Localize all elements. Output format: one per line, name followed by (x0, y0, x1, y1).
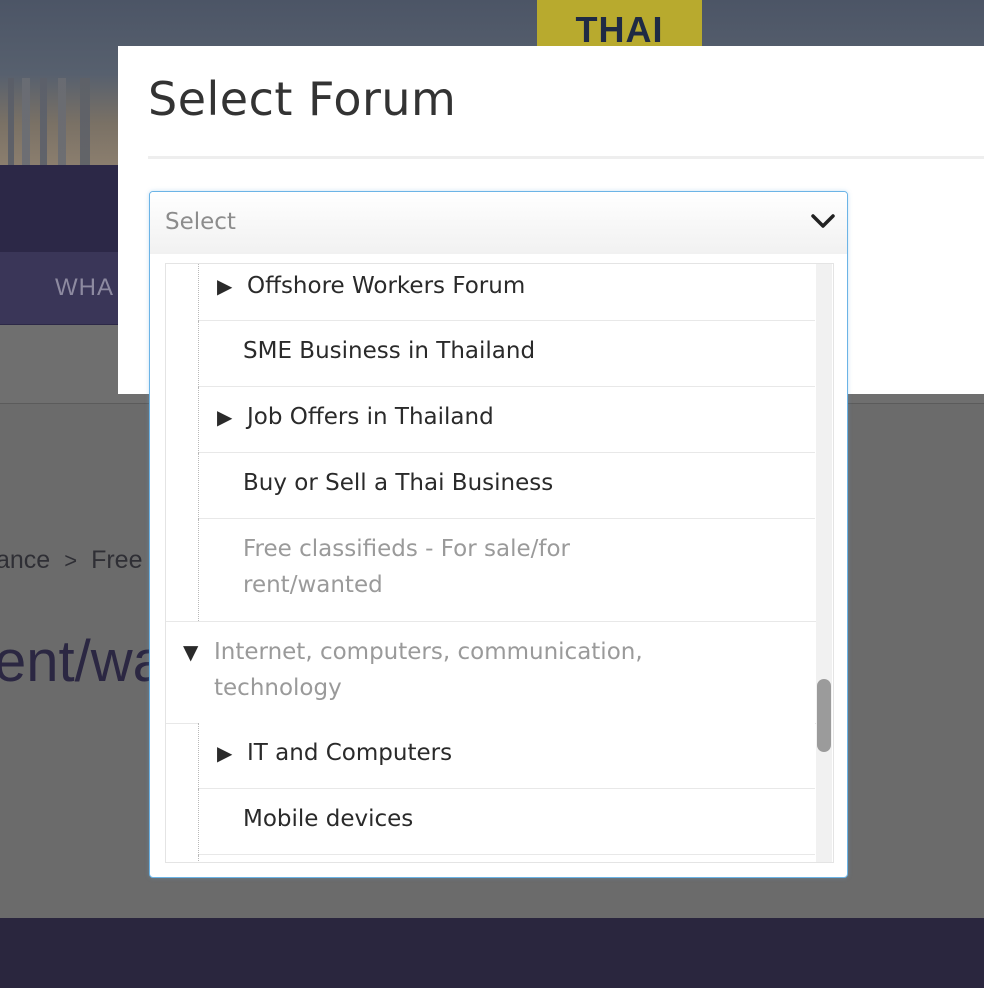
breadcrumb: ance > Free (0, 546, 142, 575)
scrollbar-track[interactable] (816, 264, 832, 862)
option-label: Job Offers in Thailand (247, 404, 494, 430)
option-label-line1: Internet, computers, communication, (214, 639, 643, 665)
option-sme-business-thailand[interactable]: SME Business in Thailand (198, 321, 815, 387)
option-label: Mobile devices (243, 806, 414, 832)
footer (0, 918, 984, 988)
chevron-down-icon[interactable] (811, 212, 835, 230)
logo-text: THAI (575, 9, 664, 46)
option-label-line1: Free classifieds - For sale/for (243, 536, 570, 562)
option-partial[interactable] (198, 855, 815, 862)
scrollbar-thumb[interactable] (817, 679, 831, 752)
option-buy-sell-thai-business[interactable]: Buy or Sell a Thai Business (198, 453, 815, 519)
option-job-offers-thailand[interactable]: ▶ Job Offers in Thailand (198, 387, 815, 453)
expand-arrow-icon[interactable]: ▶ (217, 399, 232, 435)
option-offshore-workers-forum[interactable]: ▶ Offshore Workers Forum (198, 264, 815, 321)
option-it-computers[interactable]: ▶ IT and Computers (198, 723, 815, 789)
select-placeholder: Select (165, 209, 236, 235)
page-title: ent/wa (0, 629, 165, 694)
modal-divider (148, 156, 984, 159)
breadcrumb-current[interactable]: Free (91, 546, 142, 574)
option-free-classifieds: Free classifieds - For sale/for rent/wan… (198, 519, 815, 621)
breadcrumb-separator: > (64, 548, 78, 573)
breadcrumb-prev[interactable]: ance (0, 546, 50, 574)
modal-title: Select Forum (148, 72, 457, 126)
option-mobile-devices[interactable]: Mobile devices (198, 789, 815, 855)
option-group-internet-computers: ▼ Internet, computers, communication, te… (166, 621, 816, 724)
option-label-line2: rent/wanted (243, 572, 383, 598)
option-label: SME Business in Thailand (243, 338, 536, 364)
option-label: IT and Computers (247, 740, 453, 766)
forum-select[interactable]: Select ▶ Offshore Workers Forum SME Busi… (149, 191, 848, 878)
select-options-list[interactable]: ▶ Offshore Workers Forum SME Business in… (165, 263, 834, 863)
option-label-line2: technology (214, 675, 342, 701)
expand-arrow-icon[interactable]: ▶ (217, 268, 232, 304)
option-label: Buy or Sell a Thai Business (243, 470, 554, 496)
site-logo-badge: THAI (537, 0, 702, 46)
select-trigger[interactable]: Select (150, 192, 847, 254)
nav-tab-label: WHA (55, 274, 114, 301)
option-label: Offshore Workers Forum (247, 273, 526, 299)
expand-arrow-icon[interactable]: ▶ (217, 735, 232, 771)
collapse-arrow-icon[interactable]: ▼ (183, 634, 198, 670)
